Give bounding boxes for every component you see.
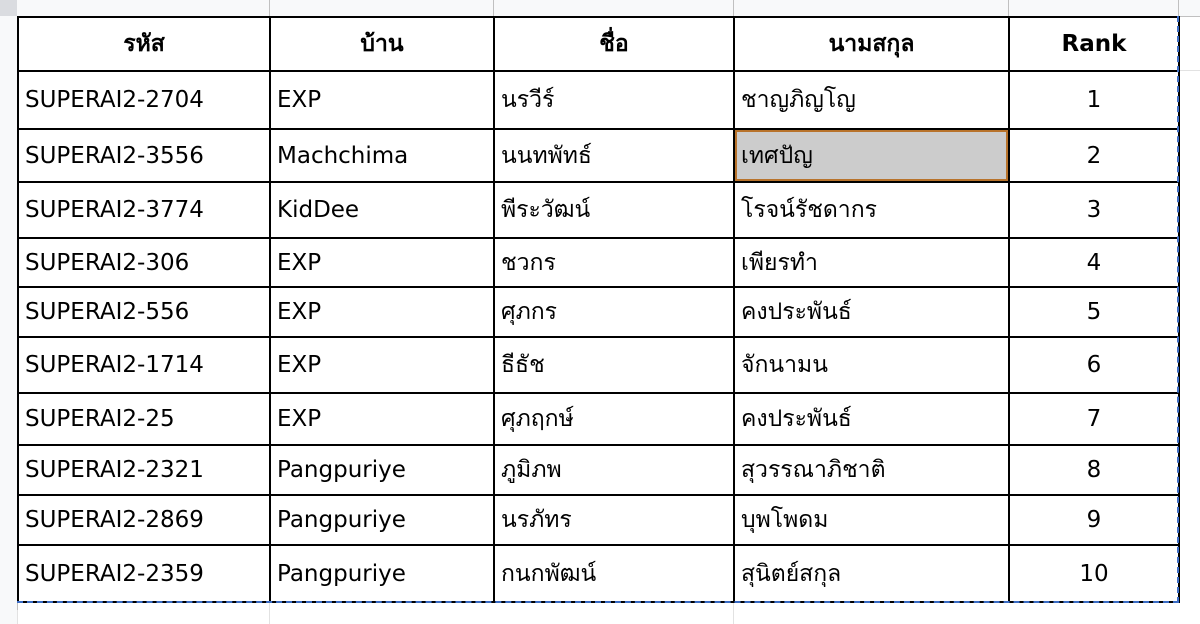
row-header-bar[interactable]	[0, 16, 18, 624]
table-row: SUPERAI2-25 EXP ศุภฤกษ์ คงประพันธ์ 7	[17, 392, 1180, 446]
cell-first-name[interactable]: ชวกร	[493, 237, 735, 288]
cell-first-name[interactable]: ธีธัช	[493, 336, 735, 394]
cell-first-name[interactable]: ภูมิภพ	[493, 444, 735, 496]
table-row: SUPERAI2-2321 Pangpuriye ภูมิภพ สุวรรณาภิชา…	[17, 444, 1180, 496]
header-last-name[interactable]: นามสกุล	[733, 16, 1010, 72]
cell-id[interactable]: SUPERAI2-3774	[17, 181, 271, 239]
cell-rank[interactable]: 5	[1008, 286, 1180, 338]
cell-last-name[interactable]: เทศปัญ	[733, 128, 1010, 183]
table-row: SUPERAI2-1714 EXP ธีธัช จักนามน 6	[17, 336, 1180, 394]
table-row: SUPERAI2-3774 KidDee พีระวัฒน์ โรจน์รัชดากร…	[17, 181, 1180, 239]
cell-rank[interactable]: 10	[1008, 544, 1180, 603]
cell-first-name[interactable]: พีระวัฒน์	[493, 181, 735, 239]
cell-first-name[interactable]: นรวีร์	[493, 70, 735, 130]
cell-last-name[interactable]: ชาญภิญโญ	[733, 70, 1010, 130]
cell-first-name[interactable]: กนกพัฒน์	[493, 544, 735, 603]
copy-marquee-bottom	[17, 601, 1179, 603]
cell-last-name[interactable]: คงประพันธ์	[733, 392, 1010, 446]
cell-rank[interactable]: 3	[1008, 181, 1180, 239]
cell-last-name[interactable]: จักนามน	[733, 336, 1010, 394]
table-row: SUPERAI2-3556 Machchima นนทพัทธ์ เทศปัญ 2	[17, 128, 1180, 183]
table-row: SUPERAI2-2359 Pangpuriye กนกพัฒน์ สุนิตย์สก…	[17, 544, 1180, 603]
cell-house[interactable]: EXP	[269, 392, 495, 446]
cell-last-name[interactable]: บุพโพดม	[733, 494, 1010, 546]
cell-id[interactable]: SUPERAI2-306	[17, 237, 271, 288]
cell-last-name[interactable]: เพียรทำ	[733, 237, 1010, 288]
cell-first-name[interactable]: นนทพัทธ์	[493, 128, 735, 183]
cell-rank[interactable]: 4	[1008, 237, 1180, 288]
header-row: รหัส บ้าน ชื่อ นามสกุล Rank	[17, 16, 1180, 72]
cell-rank[interactable]: 7	[1008, 392, 1180, 446]
header-house[interactable]: บ้าน	[269, 16, 495, 72]
cell-first-name[interactable]: ศุภฤกษ์	[493, 392, 735, 446]
table-row: SUPERAI2-556 EXP ศุภกร คงประพันธ์ 5	[17, 286, 1180, 338]
copy-marquee-right	[1177, 16, 1179, 603]
cell-rank[interactable]: 2	[1008, 128, 1180, 183]
cell-house[interactable]: EXP	[269, 336, 495, 394]
cell-house[interactable]: Pangpuriye	[269, 544, 495, 603]
table-row: SUPERAI2-2704 EXP นรวีร์ ชาญภิญโญ 1	[17, 70, 1180, 130]
cell-first-name[interactable]: ศุภกร	[493, 286, 735, 338]
cell-house[interactable]: Machchima	[269, 128, 495, 183]
cell-last-name[interactable]: สุวรรณาภิชาติ	[733, 444, 1010, 496]
select-all-corner[interactable]	[0, 0, 17, 16]
cell-house[interactable]: EXP	[269, 286, 495, 338]
cell-last-name[interactable]: คงประพันธ์	[733, 286, 1010, 338]
cell-id[interactable]: SUPERAI2-1714	[17, 336, 271, 394]
cell-id[interactable]: SUPERAI2-556	[17, 286, 271, 338]
table-row: SUPERAI2-2869 Pangpuriye นรภัทร บุพโพดม 9	[17, 494, 1180, 546]
header-rank[interactable]: Rank	[1008, 16, 1180, 72]
cell-rank[interactable]: 1	[1008, 70, 1180, 130]
cell-rank[interactable]: 6	[1008, 336, 1180, 394]
cell-id[interactable]: SUPERAI2-2704	[17, 70, 271, 130]
cell-house[interactable]: KidDee	[269, 181, 495, 239]
cell-rank[interactable]: 9	[1008, 494, 1180, 546]
column-header-bar[interactable]	[0, 0, 1200, 17]
header-id[interactable]: รหัส	[17, 16, 271, 72]
cell-house[interactable]: Pangpuriye	[269, 444, 495, 496]
cell-first-name[interactable]: นรภัทร	[493, 494, 735, 546]
data-table: รหัส บ้าน ชื่อ นามสกุล Rank SUPERAI2-270…	[17, 16, 1180, 603]
cell-id[interactable]: SUPERAI2-25	[17, 392, 271, 446]
cell-id[interactable]: SUPERAI2-2359	[17, 544, 271, 603]
cell-last-name[interactable]: โรจน์รัชดากร	[733, 181, 1010, 239]
cell-id[interactable]: SUPERAI2-3556	[17, 128, 271, 183]
cell-house[interactable]: EXP	[269, 237, 495, 288]
cell-last-name[interactable]: สุนิตย์สกุล	[733, 544, 1010, 603]
cell-id[interactable]: SUPERAI2-2869	[17, 494, 271, 546]
header-first-name[interactable]: ชื่อ	[493, 16, 735, 72]
cell-house[interactable]: Pangpuriye	[269, 494, 495, 546]
table-row: SUPERAI2-306 EXP ชวกร เพียรทำ 4	[17, 237, 1180, 288]
cell-house[interactable]: EXP	[269, 70, 495, 130]
cell-id[interactable]: SUPERAI2-2321	[17, 444, 271, 496]
cell-rank[interactable]: 8	[1008, 444, 1180, 496]
